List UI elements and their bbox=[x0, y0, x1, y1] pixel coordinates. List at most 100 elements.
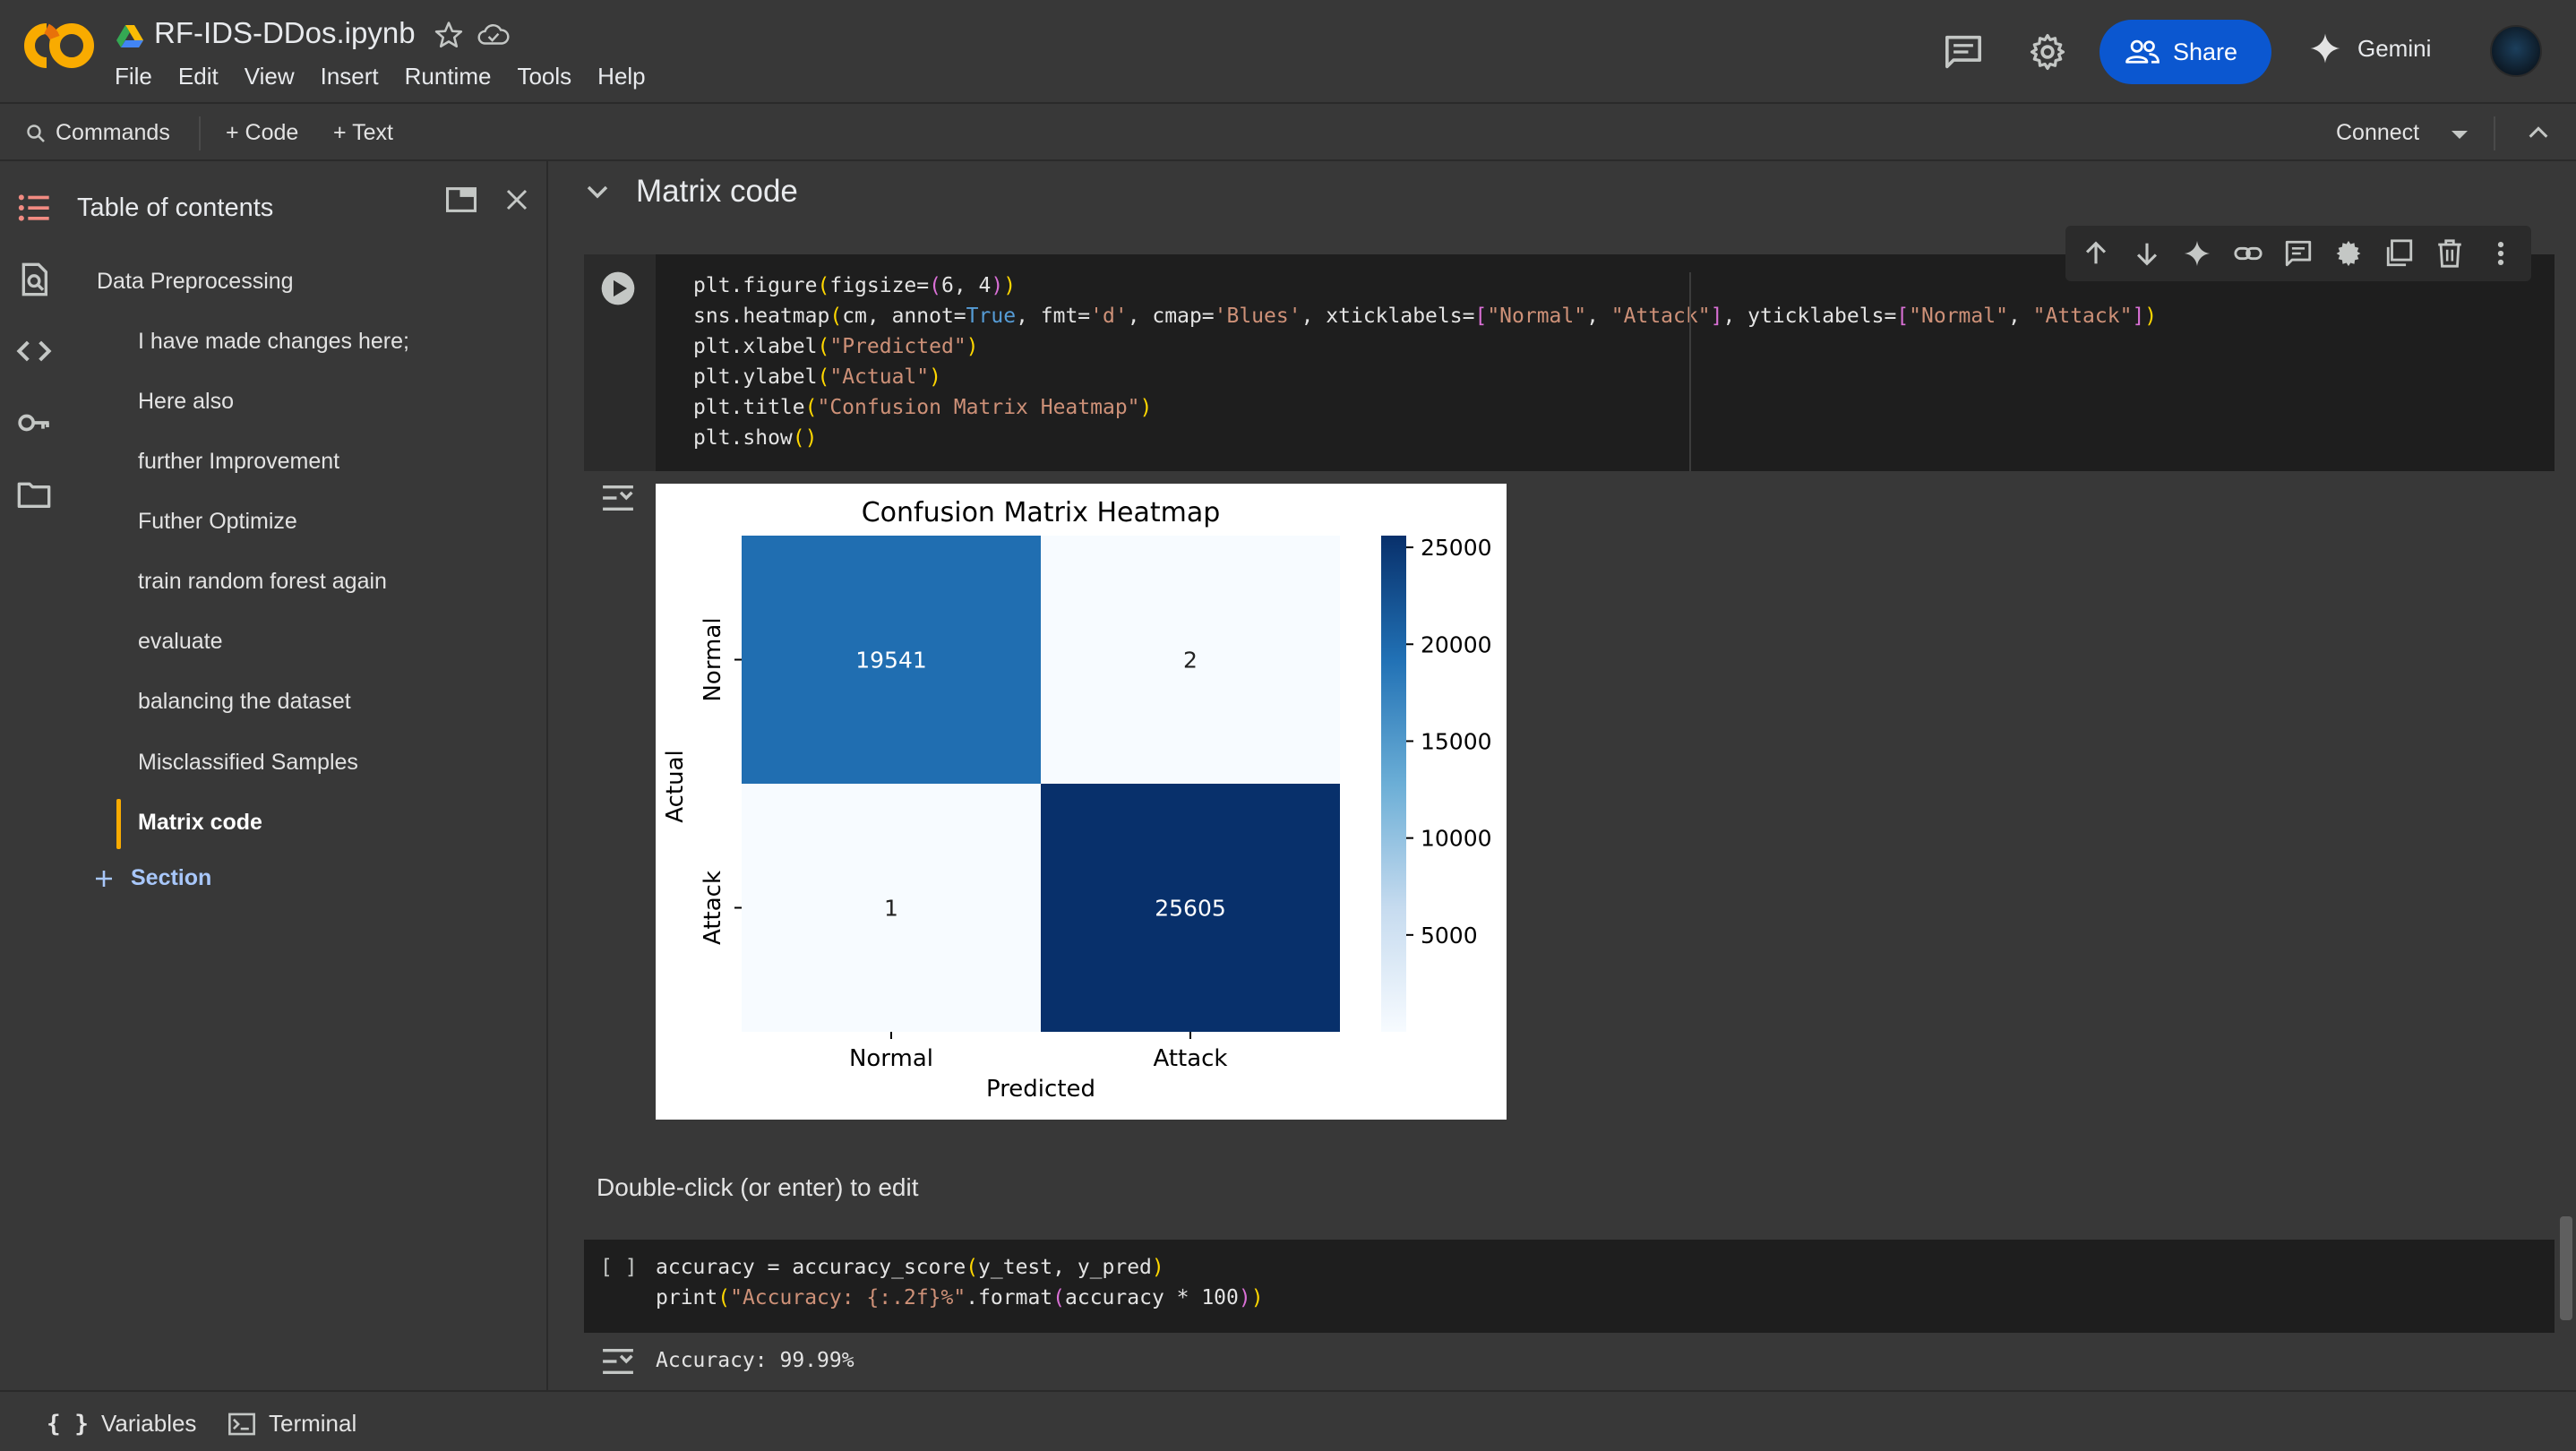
colorbar-tick-label: 5000 bbox=[1421, 923, 1478, 949]
cell-value-label: 25605 bbox=[1155, 896, 1226, 922]
cell-settings-icon[interactable] bbox=[2333, 238, 2364, 269]
menu-edit[interactable]: Edit bbox=[178, 63, 219, 90]
markdown-cell-placeholder[interactable]: Double-click (or enter) to edit bbox=[597, 1173, 918, 1202]
more-options-icon[interactable] bbox=[2486, 238, 2516, 269]
confusion-matrix-chart: Confusion Matrix Heatmap 19541 2 1 25605 No… bbox=[656, 484, 1507, 1120]
cell-value-label: 1 bbox=[884, 896, 898, 922]
terminal-label: Terminal bbox=[269, 1410, 357, 1437]
gemini-sparkle-icon[interactable] bbox=[2182, 238, 2212, 269]
code-editor[interactable]: plt.figure(figsize=(6, 4)) sns.heatmap(c… bbox=[693, 270, 2157, 453]
add-text-button[interactable]: + Text bbox=[333, 120, 393, 146]
toc-item-futher-optimize[interactable]: Futher Optimize bbox=[138, 509, 297, 535]
menu-help[interactable]: Help bbox=[597, 63, 645, 90]
mirror-cell-icon[interactable] bbox=[2384, 238, 2415, 269]
open-in-tab-icon[interactable] bbox=[444, 185, 478, 215]
y-tick-label: Normal bbox=[700, 617, 726, 701]
toc-title: Table of contents bbox=[77, 193, 274, 222]
toc-item-here-also[interactable]: Here also bbox=[138, 389, 234, 415]
settings-gear-icon[interactable] bbox=[2028, 32, 2067, 72]
scrollbar-thumb[interactable] bbox=[2560, 1216, 2572, 1320]
add-code-button[interactable]: + Code bbox=[226, 120, 298, 146]
editor-ruler bbox=[1689, 272, 1691, 471]
move-cell-up-icon[interactable] bbox=[2081, 238, 2111, 269]
menu-runtime[interactable]: Runtime bbox=[405, 63, 492, 90]
add-section-label: Section bbox=[131, 865, 212, 890]
accuracy-output-text: Accuracy: 99.99% bbox=[656, 1349, 854, 1372]
bottom-bar: { } Variables Terminal bbox=[0, 1390, 2576, 1451]
terminal-button[interactable]: Terminal bbox=[228, 1410, 356, 1438]
section-header: Matrix code bbox=[584, 174, 798, 210]
find-replace-icon[interactable] bbox=[16, 262, 52, 297]
table-of-contents-panel: Table of contents Data Preprocessing I h… bbox=[68, 161, 548, 1390]
toc-item-matrix-code[interactable]: Matrix code bbox=[138, 810, 262, 836]
section-title: Matrix code bbox=[636, 174, 798, 209]
output-toggle-icon[interactable] bbox=[600, 1345, 636, 1378]
files-folder-icon[interactable] bbox=[16, 477, 52, 512]
x-tick-label: Attack bbox=[1153, 1045, 1227, 1072]
link-icon[interactable] bbox=[2233, 238, 2263, 269]
cloud-saved-icon[interactable] bbox=[477, 20, 511, 50]
collapse-toolbar-icon[interactable] bbox=[2526, 122, 2551, 143]
gemini-sparkle-icon bbox=[2310, 33, 2340, 64]
toc-item-misclassified[interactable]: Misclassified Samples bbox=[138, 750, 358, 776]
notebook-filename[interactable]: RF-IDS-DDos.ipynb bbox=[154, 16, 416, 50]
toc-item-evaluate[interactable]: evaluate bbox=[138, 629, 223, 655]
comments-icon[interactable] bbox=[1944, 34, 1983, 70]
close-panel-icon[interactable] bbox=[503, 186, 530, 213]
star-icon[interactable] bbox=[434, 20, 464, 50]
toc-item-balancing[interactable]: balancing the dataset bbox=[138, 689, 351, 715]
toolbar-divider bbox=[199, 116, 201, 150]
share-button[interactable]: Share bbox=[2099, 20, 2271, 84]
x-axis-label: Predicted bbox=[986, 1076, 1095, 1103]
colorbar-tick-label: 10000 bbox=[1421, 826, 1492, 852]
collapse-section-chevron-icon[interactable] bbox=[584, 178, 611, 205]
notebook-toolbar: Commands + Code + Text Connect bbox=[0, 102, 2576, 161]
code-editor[interactable]: accuracy = accuracy_score(y_test, y_pred… bbox=[656, 1252, 1264, 1313]
menu-insert[interactable]: Insert bbox=[321, 63, 379, 90]
connect-button[interactable]: Connect bbox=[2336, 120, 2419, 146]
braces-icon: { } bbox=[47, 1410, 89, 1438]
commands-button[interactable]: Commands bbox=[25, 120, 170, 146]
connect-dropdown-icon[interactable] bbox=[2449, 127, 2470, 142]
colorbar-tick-label: 20000 bbox=[1421, 631, 1492, 657]
share-label: Share bbox=[2173, 38, 2238, 65]
colorbar-tick-label: 15000 bbox=[1421, 728, 1492, 754]
toc-item-train-random-forest[interactable]: train random forest again bbox=[138, 569, 387, 595]
x-tick-label: Normal bbox=[849, 1045, 933, 1072]
menu-view[interactable]: View bbox=[245, 63, 295, 90]
gemini-button[interactable]: Gemini bbox=[2309, 32, 2431, 64]
google-drive-icon[interactable] bbox=[116, 23, 143, 48]
side-rail bbox=[0, 161, 68, 1390]
toc-active-indicator bbox=[116, 799, 121, 849]
secrets-key-icon[interactable] bbox=[16, 405, 52, 441]
colab-logo[interactable] bbox=[20, 20, 97, 72]
output-toggle-icon[interactable] bbox=[600, 482, 636, 514]
menu-tools[interactable]: Tools bbox=[517, 63, 571, 90]
gemini-label: Gemini bbox=[2357, 34, 2432, 62]
variables-button[interactable]: { } Variables bbox=[47, 1410, 196, 1438]
menu-file[interactable]: File bbox=[115, 63, 152, 90]
toc-item-changes[interactable]: I have made changes here; bbox=[138, 329, 409, 355]
terminal-icon bbox=[228, 1412, 255, 1435]
code-snippets-icon[interactable] bbox=[16, 333, 52, 369]
add-section-button[interactable]: Section bbox=[93, 865, 211, 891]
cell-toolbar bbox=[2065, 226, 2531, 281]
toc-item-data-preprocessing[interactable]: Data Preprocessing bbox=[97, 269, 294, 295]
y-tick-label: Attack bbox=[700, 871, 726, 945]
move-cell-down-icon[interactable] bbox=[2132, 238, 2162, 269]
y-axis-label: Actual bbox=[662, 750, 689, 822]
user-avatar[interactable] bbox=[2490, 25, 2542, 77]
cell-exec-prompt[interactable]: [ ] bbox=[600, 1256, 638, 1279]
table-of-contents-icon[interactable] bbox=[16, 190, 52, 226]
code-cell-accuracy[interactable]: [ ] accuracy = accuracy_score(y_test, y_… bbox=[584, 1240, 2555, 1333]
chart-title: Confusion Matrix Heatmap bbox=[862, 497, 1221, 528]
colorbar-tick-label: 25000 bbox=[1421, 535, 1492, 561]
run-cell-icon[interactable] bbox=[600, 270, 636, 306]
colorbar bbox=[1381, 536, 1406, 1032]
main-menu: File Edit View Insert Runtime Tools Help bbox=[115, 63, 672, 90]
toc-item-further-improvement[interactable]: further Improvement bbox=[138, 449, 339, 475]
code-cell-heatmap[interactable]: plt.figure(figsize=(6, 4)) sns.heatmap(c… bbox=[584, 254, 2555, 471]
commands-label: Commands bbox=[56, 120, 170, 145]
delete-cell-icon[interactable] bbox=[2434, 238, 2465, 269]
comment-icon[interactable] bbox=[2283, 238, 2314, 269]
